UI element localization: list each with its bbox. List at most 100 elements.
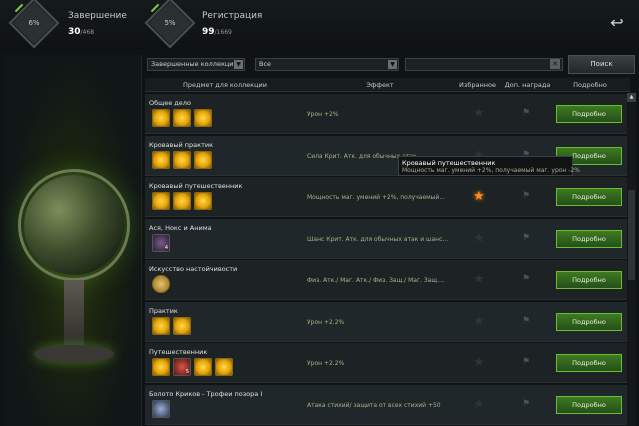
collections-window: 6% Завершение 30/468 5% Регистрация 99/1…	[0, 0, 639, 426]
collection-filter-value: Завершенные коллекции	[151, 60, 238, 68]
collection-items: 5	[152, 358, 236, 378]
blue-item-icon[interactable]	[152, 399, 170, 418]
gold-item-icon[interactable]	[152, 109, 170, 127]
completion-value: 30/468	[68, 27, 94, 37]
item-count: 5	[185, 369, 189, 375]
tooltip-text: Мощность маг. умений +2%, получаемый маг…	[402, 167, 580, 174]
gold-item-icon[interactable]	[173, 192, 191, 210]
gold-item-icon[interactable]	[194, 358, 212, 376]
collection-name: Кровавый практик	[149, 140, 214, 149]
collection-name: Ася, Нокс и Анима	[149, 223, 212, 232]
favorite-star-icon[interactable]: ★	[473, 273, 485, 286]
collection-items	[152, 109, 215, 129]
effect-text: Шанс Крит. Атк. для обычных атак и шанс.…	[307, 235, 449, 243]
col-extra-reward: Доп. награда	[504, 81, 551, 89]
details-button[interactable]: Подробно	[556, 395, 622, 414]
red-item-icon[interactable]: 5	[173, 358, 191, 376]
table-row[interactable]: Кровавый путешественник Мощность маг. уме…	[145, 177, 630, 217]
gold-item-icon[interactable]	[173, 150, 191, 169]
extra-reward-icon[interactable]: ⚑	[519, 357, 533, 369]
type-filter-dropdown[interactable]: Все ▼	[255, 58, 399, 71]
gold-item-icon[interactable]	[194, 192, 212, 210]
table-row[interactable]: Практик Урон +2.2% ★ ⚑ Подробно	[145, 301, 630, 342]
type-filter-value: Все	[259, 60, 272, 68]
extra-reward-icon[interactable]: ⚑	[519, 191, 533, 203]
globe-base	[34, 345, 114, 363]
collection-items	[152, 192, 215, 212]
gold-item-icon[interactable]	[152, 150, 170, 169]
completion-stat: 6% Завершение 30/468	[0, 0, 140, 49]
collection-name: Кровавый путешественник	[149, 182, 243, 190]
collection-artwork	[4, 55, 142, 426]
favorite-star-icon[interactable]: ★	[473, 398, 485, 411]
details-button[interactable]: Подробно	[556, 229, 622, 248]
gold-item-icon[interactable]	[194, 109, 212, 127]
favorite-star-icon[interactable]: ★	[473, 190, 485, 203]
purple-item-icon[interactable]: 4	[152, 233, 170, 252]
clear-search-icon[interactable]: ✕	[550, 59, 560, 69]
gold-item-icon[interactable]	[152, 316, 170, 335]
table-row[interactable]: Болото Криков - Трофеи позора I Атака сти…	[145, 384, 630, 425]
effect-text: Урон +2.2%	[307, 318, 345, 326]
table-row[interactable]: Ася, Нокс и Анима 4 Шанс Крит. Атк. для об…	[145, 218, 630, 259]
details-button[interactable]: Подробно	[556, 188, 622, 206]
col-details: Подробно	[573, 81, 607, 89]
favorite-star-icon[interactable]: ★	[473, 315, 485, 328]
collection-filter-dropdown[interactable]: Завершенные коллекции ▼	[147, 58, 245, 71]
gold-item-icon[interactable]	[215, 358, 233, 376]
globe-image	[24, 175, 124, 275]
collection-name: Путешественник	[149, 348, 208, 356]
scrollbar-thumb[interactable]	[628, 190, 635, 280]
collection-items	[152, 275, 173, 295]
extra-reward-icon[interactable]: ⚑	[519, 316, 533, 328]
extra-reward-icon[interactable]: ⚑	[519, 399, 533, 411]
collection-items	[152, 150, 215, 171]
completion-title: Завершение	[68, 11, 127, 21]
registration-value: 99/1669	[202, 27, 232, 37]
col-effect: Эффект	[366, 81, 394, 89]
completion-percent: 6%	[28, 19, 40, 27]
scroll-up-icon[interactable]: ▲	[627, 93, 636, 102]
col-favorite: Избранное	[459, 81, 496, 89]
details-button[interactable]: Подробно	[556, 105, 622, 123]
collection-items	[152, 316, 194, 337]
chevron-down-icon: ▼	[388, 60, 397, 69]
collection-name: Практик	[149, 306, 178, 315]
details-button[interactable]: Подробно	[556, 354, 622, 372]
tooltip-title: Кровавый путешественник	[402, 159, 496, 167]
favorite-star-icon[interactable]: ★	[473, 232, 485, 245]
gold-item-icon[interactable]	[152, 192, 170, 210]
extra-reward-icon[interactable]: ⚑	[519, 233, 533, 245]
details-button[interactable]: Подробно	[556, 312, 622, 331]
registration-percent: 5%	[164, 19, 176, 27]
effect-tooltip: Кровавый путешественник Мощность маг. ум…	[398, 156, 580, 176]
table-header: Предмет для коллекции Эффект Избранное Д…	[145, 78, 630, 92]
favorite-star-icon[interactable]: ★	[473, 107, 485, 120]
gold-item-icon[interactable]	[194, 150, 212, 169]
table-row[interactable]: Общее дело Урон +2% ★ ⚑ Подробно	[145, 94, 630, 134]
effect-text: Мощность маг. умений +2%, получаемый...	[307, 194, 446, 201]
extra-reward-icon[interactable]: ⚑	[519, 108, 533, 120]
return-arrow-icon[interactable]: ↩	[607, 14, 627, 32]
table-row[interactable]: Путешественник 5 Урон +2.2% ★ ⚑ Подробно	[145, 343, 630, 383]
collection-name: Болото Криков - Трофеи позора I	[149, 389, 263, 398]
effect-text: Атака стихий/ защита от всех стихий +50	[307, 401, 441, 409]
registration-title: Регистрация	[202, 11, 263, 21]
search-input[interactable]	[405, 58, 563, 71]
gold-item-icon[interactable]	[152, 358, 170, 376]
registration-count: 99	[202, 27, 215, 37]
favorite-star-icon[interactable]: ★	[473, 356, 485, 369]
coin-item-icon[interactable]	[152, 275, 170, 293]
extra-reward-icon[interactable]: ⚑	[519, 274, 533, 286]
gold-item-icon[interactable]	[173, 316, 191, 335]
details-button[interactable]: Подробно	[556, 271, 622, 289]
effect-text: Физ. Атк./ Маг. Атк./ Физ. Защ./ Маг. За…	[307, 277, 445, 284]
table-row[interactable]: Искусство настойчивости Физ. Атк./ Маг. А…	[145, 260, 630, 300]
registration-stat: 5% Регистрация 99/1669	[140, 0, 280, 49]
completion-total: /468	[80, 29, 95, 36]
chevron-down-icon: ▼	[234, 60, 243, 69]
globe-stand	[64, 280, 84, 350]
search-button[interactable]: Поиск	[568, 55, 635, 74]
effect-text: Урон +2.2%	[307, 360, 345, 367]
gold-item-icon[interactable]	[173, 109, 191, 127]
